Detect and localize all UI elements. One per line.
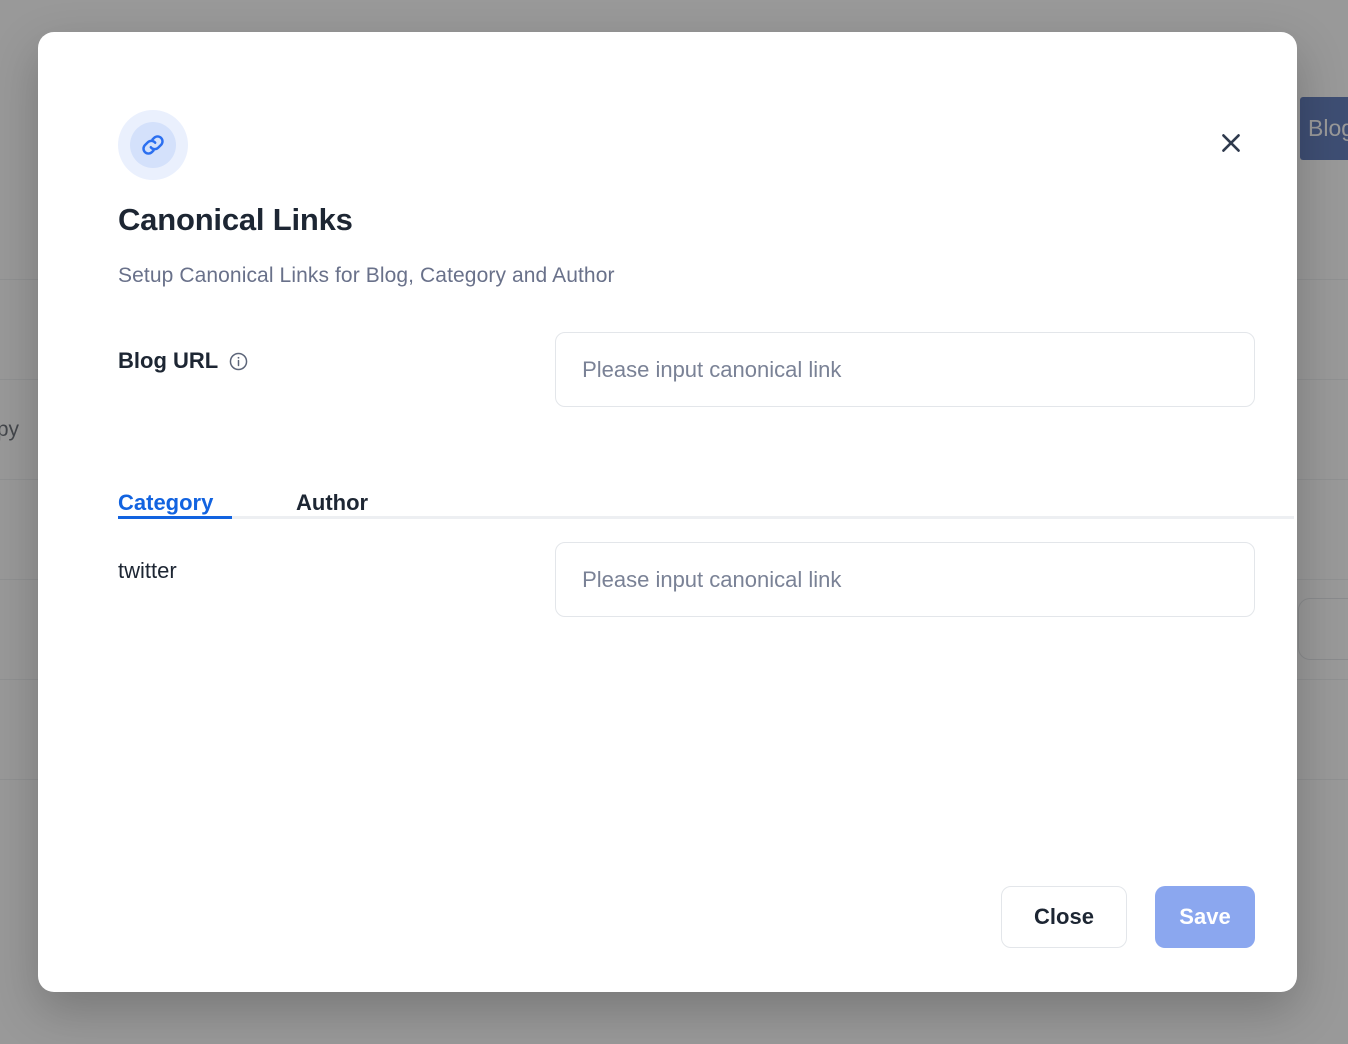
save-button[interactable]: Save <box>1155 886 1255 948</box>
blog-url-label-group: Blog URL <box>118 332 555 374</box>
category-item-label: twitter <box>118 558 177 583</box>
category-label-group: twitter <box>118 542 555 584</box>
close-dialog-button[interactable]: Close <box>1001 886 1127 948</box>
link-icon <box>118 110 188 180</box>
blog-url-row: Blog URL <box>118 332 1255 407</box>
canonical-links-dialog: Canonical Links Setup Canonical Links fo… <box>38 32 1297 992</box>
close-icon <box>1222 134 1240 152</box>
dialog-footer: Close Save <box>1001 886 1255 948</box>
dialog-body: Canonical Links Setup Canonical Links fo… <box>38 32 1297 992</box>
blog-url-input[interactable] <box>555 332 1255 407</box>
close-button[interactable] <box>1208 120 1254 166</box>
info-circle-icon[interactable] <box>228 351 249 372</box>
tab-strip: Category Author <box>118 464 1294 516</box>
tab-bar: Category Author <box>118 464 1294 519</box>
link-icon-inner-circle <box>130 122 176 168</box>
category-row-twitter: twitter <box>118 542 1255 617</box>
tab-active-indicator <box>118 516 232 519</box>
tab-divider <box>118 516 1294 519</box>
category-canonical-input[interactable] <box>555 542 1255 617</box>
tab-category[interactable]: Category <box>118 490 296 516</box>
dialog-subtitle: Setup Canonical Links for Blog, Category… <box>118 264 615 287</box>
info-glyph <box>229 352 248 370</box>
blog-url-label: Blog URL <box>118 348 219 373</box>
page-title: Canonical Links <box>118 202 353 237</box>
link-glyph <box>142 135 164 155</box>
tab-author[interactable]: Author <box>296 490 368 516</box>
